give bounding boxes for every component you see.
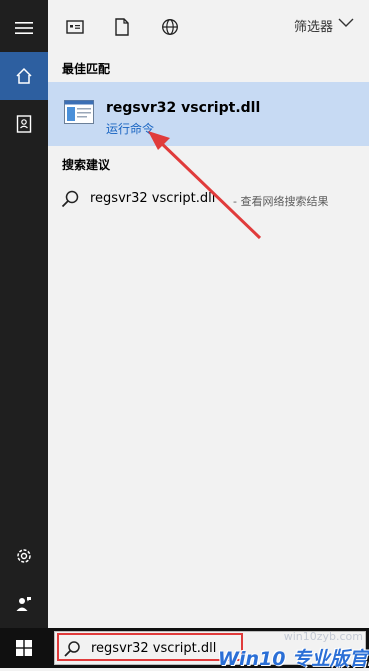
filter-dropdown-label[interactable]: 筛选器 <box>294 16 333 35</box>
hamburger-menu-button[interactable] <box>0 4 48 52</box>
web-suggestion-item[interactable]: regsvr32 vscript.dll - 查看网络搜索结果 <box>48 180 369 220</box>
best-match-heading: 最佳匹配 <box>62 62 111 76</box>
suggestion-web-hint: - 查看网络搜索结果 <box>233 195 329 208</box>
left-rail <box>0 0 48 628</box>
highlight-box <box>57 633 243 661</box>
suggestion-query: regsvr32 vscript.dll <box>90 191 216 206</box>
globe-icon <box>162 19 178 35</box>
best-match-subtitle: 运行命令 <box>106 122 155 136</box>
home-button[interactable] <box>0 52 48 100</box>
watermark-site: win10zyb.com <box>283 630 363 643</box>
hamburger-icon <box>15 22 33 34</box>
gear-icon <box>17 549 31 563</box>
search-suggestions-heading: 搜索建议 <box>62 158 111 172</box>
documents-filter-button[interactable] <box>111 16 133 38</box>
windows-logo-icon <box>16 640 32 656</box>
feedback-button[interactable] <box>0 580 48 628</box>
start-button[interactable] <box>0 628 48 668</box>
document-icon <box>115 18 129 36</box>
notebook-icon <box>16 115 32 133</box>
web-filter-button[interactable] <box>159 16 181 38</box>
filter-toolbar: 筛选器 <box>48 0 369 52</box>
home-icon <box>16 67 32 84</box>
settings-button[interactable] <box>0 532 48 580</box>
run-command-app-icon <box>64 100 94 124</box>
notebook-button[interactable] <box>0 100 48 148</box>
apps-icon <box>66 20 84 34</box>
chevron-down-icon[interactable] <box>338 18 354 28</box>
feedback-person-icon <box>16 597 31 611</box>
best-match-result[interactable]: regsvr32 vscript.dll 运行命令 <box>48 82 369 146</box>
search-icon <box>61 190 79 208</box>
apps-filter-button[interactable] <box>64 16 86 38</box>
best-match-title: regsvr32 vscript.dll <box>106 100 261 116</box>
watermark-brand: Win10 专业版官网 <box>218 648 369 670</box>
